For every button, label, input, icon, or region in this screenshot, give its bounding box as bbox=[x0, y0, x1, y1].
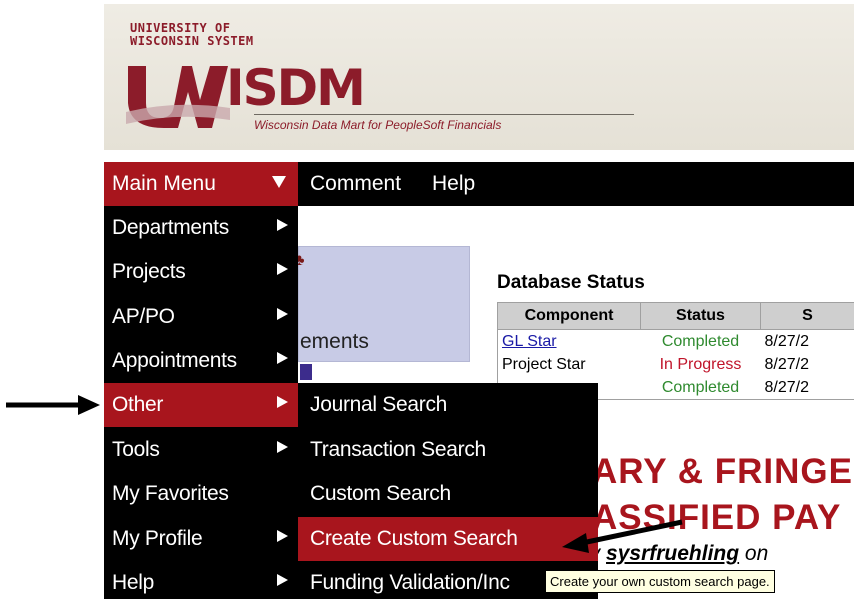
university-line-2: WISCONSIN SYSTEM bbox=[130, 35, 254, 48]
uw-logo-icon bbox=[126, 48, 230, 138]
database-status-title: Database Status bbox=[497, 272, 645, 294]
byline: by sysrfruehling on bbox=[578, 542, 768, 566]
component-link[interactable]: GL Star bbox=[502, 333, 557, 350]
menu-item-label: Other bbox=[112, 393, 163, 416]
status-cell: In Progress bbox=[641, 353, 761, 376]
date-cell: 8/27/2 bbox=[761, 376, 854, 400]
logo-wordmark: ISDM bbox=[226, 62, 364, 114]
menu-item-comment[interactable]: Comment bbox=[310, 162, 401, 206]
submenu-arrow-icon bbox=[277, 263, 288, 275]
menu-item-appointments[interactable]: Appointments bbox=[104, 339, 298, 383]
menu-item-label: My Profile bbox=[112, 527, 202, 550]
byline-suffix: on bbox=[745, 542, 768, 565]
submenu-arrow-icon bbox=[277, 530, 288, 542]
column-header: S bbox=[761, 303, 854, 330]
main-menu-dropdown: Departments Projects AP/PO Appointments … bbox=[104, 206, 298, 599]
table-row: GL Star Completed 8/27/2 bbox=[498, 330, 854, 354]
submenu-arrow-icon bbox=[277, 574, 288, 586]
menu-item-other[interactable]: Other bbox=[104, 383, 298, 427]
date-cell: 8/27/2 bbox=[761, 353, 854, 376]
menu-item-label: Departments bbox=[112, 216, 229, 239]
menu-item-label: AP/PO bbox=[112, 305, 175, 328]
tagline: Wisconsin Data Mart for PeopleSoft Finan… bbox=[254, 118, 501, 132]
university-name: UNIVERSITY OF WISCONSIN SYSTEM bbox=[130, 22, 254, 48]
menu-item-tools[interactable]: Tools bbox=[104, 428, 298, 472]
menu-item-projects[interactable]: Projects bbox=[104, 250, 298, 294]
column-header: Component bbox=[498, 303, 641, 330]
header-banner: UNIVERSITY OF WISCONSIN SYSTEM ISDM Wisc… bbox=[104, 4, 854, 150]
status-cell: Completed bbox=[641, 376, 761, 400]
chevron-down-icon bbox=[272, 176, 286, 188]
announcement-link-icon[interactable] bbox=[300, 364, 312, 380]
byline-user: sysrfruehling bbox=[606, 542, 739, 565]
date-cell: 8/27/2 bbox=[761, 330, 854, 354]
menu-item-appo[interactable]: AP/PO bbox=[104, 295, 298, 339]
menu-item-label: Tools bbox=[112, 438, 160, 461]
tooltip: Create your own custom search page. bbox=[545, 570, 775, 593]
submenu-item-custom-search[interactable]: Custom Search bbox=[298, 472, 598, 516]
column-header: Status bbox=[641, 303, 761, 330]
menu-item-label: Appointments bbox=[112, 349, 237, 372]
menu-item-my-favorites[interactable]: My Favorites bbox=[104, 472, 298, 516]
submenu-item-transaction-search[interactable]: Transaction Search bbox=[298, 428, 598, 472]
submenu-arrow-icon bbox=[277, 219, 288, 231]
menu-item-label: My Favorites bbox=[112, 482, 229, 505]
menu-item-departments[interactable]: Departments bbox=[104, 206, 298, 250]
arrow-right-icon bbox=[6, 395, 100, 415]
menu-item-label: Projects bbox=[112, 260, 185, 283]
status-cell: Completed bbox=[641, 330, 761, 354]
submenu-item-journal-search[interactable]: Journal Search bbox=[298, 383, 598, 427]
table-row: Project Star In Progress 8/27/2 bbox=[498, 353, 854, 376]
top-menu-bar: Main Menu Comment Help bbox=[104, 162, 854, 206]
submenu-arrow-icon bbox=[277, 352, 288, 364]
headline-line-2: ASSIFIED PAY bbox=[592, 498, 841, 538]
main-menu-button[interactable]: Main Menu bbox=[104, 162, 298, 206]
submenu-arrow-icon bbox=[277, 396, 288, 408]
logo-divider bbox=[254, 114, 634, 115]
component-cell: Project Star bbox=[498, 353, 641, 376]
menu-item-help[interactable]: Help bbox=[432, 162, 475, 206]
menu-item-help-dropdown[interactable]: Help bbox=[104, 561, 298, 605]
main-menu-label: Main Menu bbox=[112, 172, 216, 195]
submenu-arrow-icon bbox=[277, 308, 288, 320]
headline-line-1: ARY & FRINGE bbox=[592, 452, 853, 492]
other-submenu: Journal Search Transaction Search Custom… bbox=[298, 383, 598, 599]
menu-item-my-profile[interactable]: My Profile bbox=[104, 517, 298, 561]
menu-item-label: Help bbox=[112, 571, 154, 594]
submenu-arrow-icon bbox=[277, 441, 288, 453]
announcements-label: ements bbox=[300, 330, 369, 354]
submenu-item-create-custom-search[interactable]: Create Custom Search bbox=[298, 517, 598, 561]
